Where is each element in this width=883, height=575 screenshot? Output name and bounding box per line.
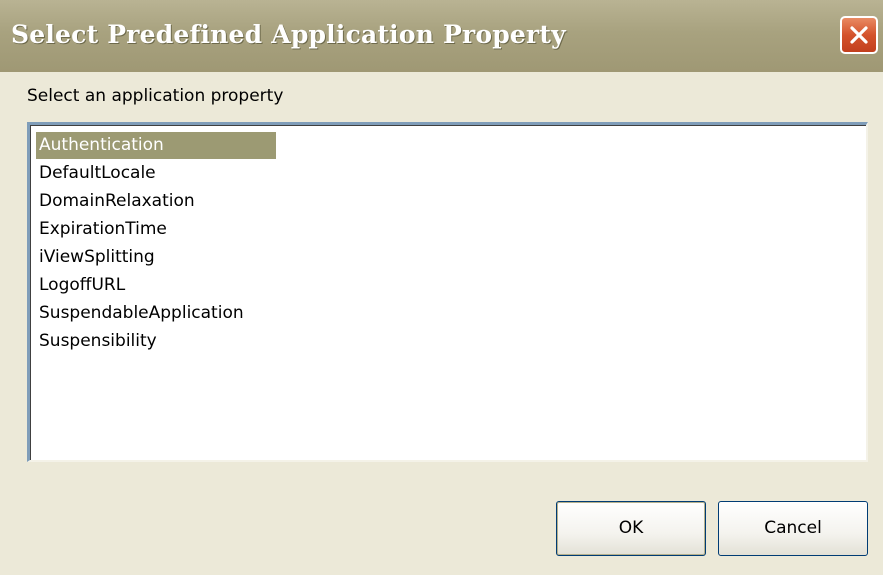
select-property-dialog: Select Predefined Application Property S…: [0, 0, 883, 575]
list-item-expirationtime[interactable]: ExpirationTime: [36, 216, 170, 243]
close-icon: [850, 26, 868, 44]
dialog-title: Select Predefined Application Property: [11, 20, 566, 49]
list-item-domainrelaxation[interactable]: DomainRelaxation: [36, 188, 198, 215]
list-item-defaultlocale[interactable]: DefaultLocale: [36, 160, 159, 187]
list-item-iviewsplitting[interactable]: iViewSplitting: [36, 244, 158, 271]
list-item-logoffurl[interactable]: LogoffURL: [36, 272, 128, 299]
list-item-suspensibility[interactable]: Suspensibility: [36, 328, 160, 355]
property-prompt-label: Select an application property: [27, 86, 284, 106]
title-bar[interactable]: Select Predefined Application Property: [0, 0, 883, 72]
list-item-suspendableapplication[interactable]: SuspendableApplication: [36, 300, 247, 327]
close-button[interactable]: [840, 16, 878, 54]
list-item-authentication[interactable]: Authentication: [36, 132, 276, 159]
property-listbox[interactable]: Authentication DefaultLocale DomainRelax…: [27, 122, 868, 462]
ok-button[interactable]: OK: [556, 501, 706, 556]
cancel-button[interactable]: Cancel: [718, 501, 868, 556]
